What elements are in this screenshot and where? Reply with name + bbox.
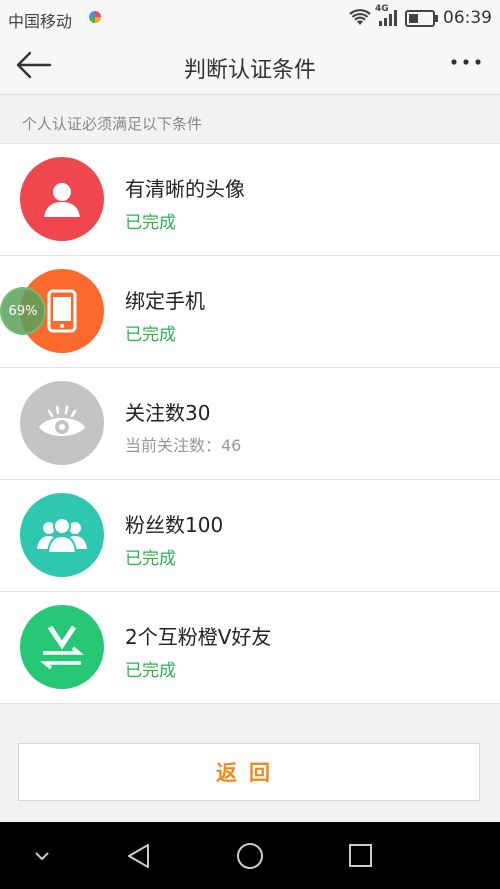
- eye-icon-circle: [20, 381, 104, 465]
- arrow-left-icon: [16, 51, 52, 79]
- header: 判断认证条件: [0, 36, 500, 95]
- section-subtitle: 个人认证必须满足以下条件: [22, 115, 203, 133]
- avatar-icon: [44, 183, 80, 217]
- condition-item-avatar: 有清晰的头像 已完成: [0, 143, 500, 255]
- nav-recents-button[interactable]: [340, 836, 380, 876]
- condition-status: 已完成: [125, 213, 176, 233]
- network-type: 4G: [375, 4, 389, 14]
- condition-status: 当前关注数：46: [125, 436, 242, 455]
- fans-icon: [37, 517, 87, 554]
- condition-name: 关注数30: [125, 401, 211, 425]
- nav-back-triangle-icon: [128, 844, 149, 868]
- eye-icon: [39, 405, 85, 436]
- nav-back-button[interactable]: [119, 836, 159, 876]
- condition-name: 粉丝数100: [125, 513, 224, 537]
- mutual-follow-icon: [40, 625, 84, 670]
- mutual-follow-icon-circle: [20, 605, 104, 689]
- condition-name: 2个互粉橙V好友: [125, 625, 272, 649]
- wifi-icon: [349, 9, 371, 25]
- nav-recents-square-icon: [349, 844, 372, 867]
- clock: 06:39: [443, 8, 492, 28]
- condition-status: 已完成: [125, 661, 176, 681]
- more-dots-icon: [451, 59, 481, 65]
- condition-status: 已完成: [125, 549, 176, 569]
- chevron-down-icon: [35, 852, 49, 861]
- return-button[interactable]: 返回: [18, 743, 480, 801]
- floating-memory-badge[interactable]: 69%: [0, 287, 46, 335]
- status-bar: 中国移动 4G 06:39: [0, 0, 500, 36]
- nav-home-circle-icon: [237, 843, 263, 869]
- carrier-name: 中国移动: [8, 12, 73, 31]
- back-button[interactable]: [14, 48, 54, 82]
- conditions-list: 有清晰的头像 已完成 绑定手机 已完成 关注数30 当前关注数：46 粉丝数10…: [0, 143, 500, 704]
- condition-item-fans: 粉丝数100 已完成: [0, 479, 500, 591]
- avatar-icon-circle: [20, 157, 104, 241]
- condition-item-phone: 绑定手机 已完成: [0, 255, 500, 367]
- signal-icon: 4G: [375, 4, 397, 26]
- condition-status: 已完成: [125, 325, 176, 345]
- battery-icon: [405, 9, 438, 27]
- condition-name: 绑定手机: [125, 289, 205, 313]
- fans-icon-circle: [20, 493, 104, 577]
- condition-item-mutual: 2个互粉橙V好友 已完成: [0, 591, 500, 704]
- condition-item-following: 关注数30 当前关注数：46: [0, 367, 500, 479]
- condition-name: 有清晰的头像: [125, 177, 245, 201]
- app-notification-icon: [89, 11, 101, 23]
- nav-hide-button[interactable]: [22, 836, 62, 876]
- phone-icon: [47, 289, 77, 333]
- page-title: 判断认证条件: [183, 58, 316, 83]
- nav-home-button[interactable]: [230, 836, 270, 876]
- more-button[interactable]: [448, 50, 484, 80]
- navigation-bar: [0, 822, 500, 889]
